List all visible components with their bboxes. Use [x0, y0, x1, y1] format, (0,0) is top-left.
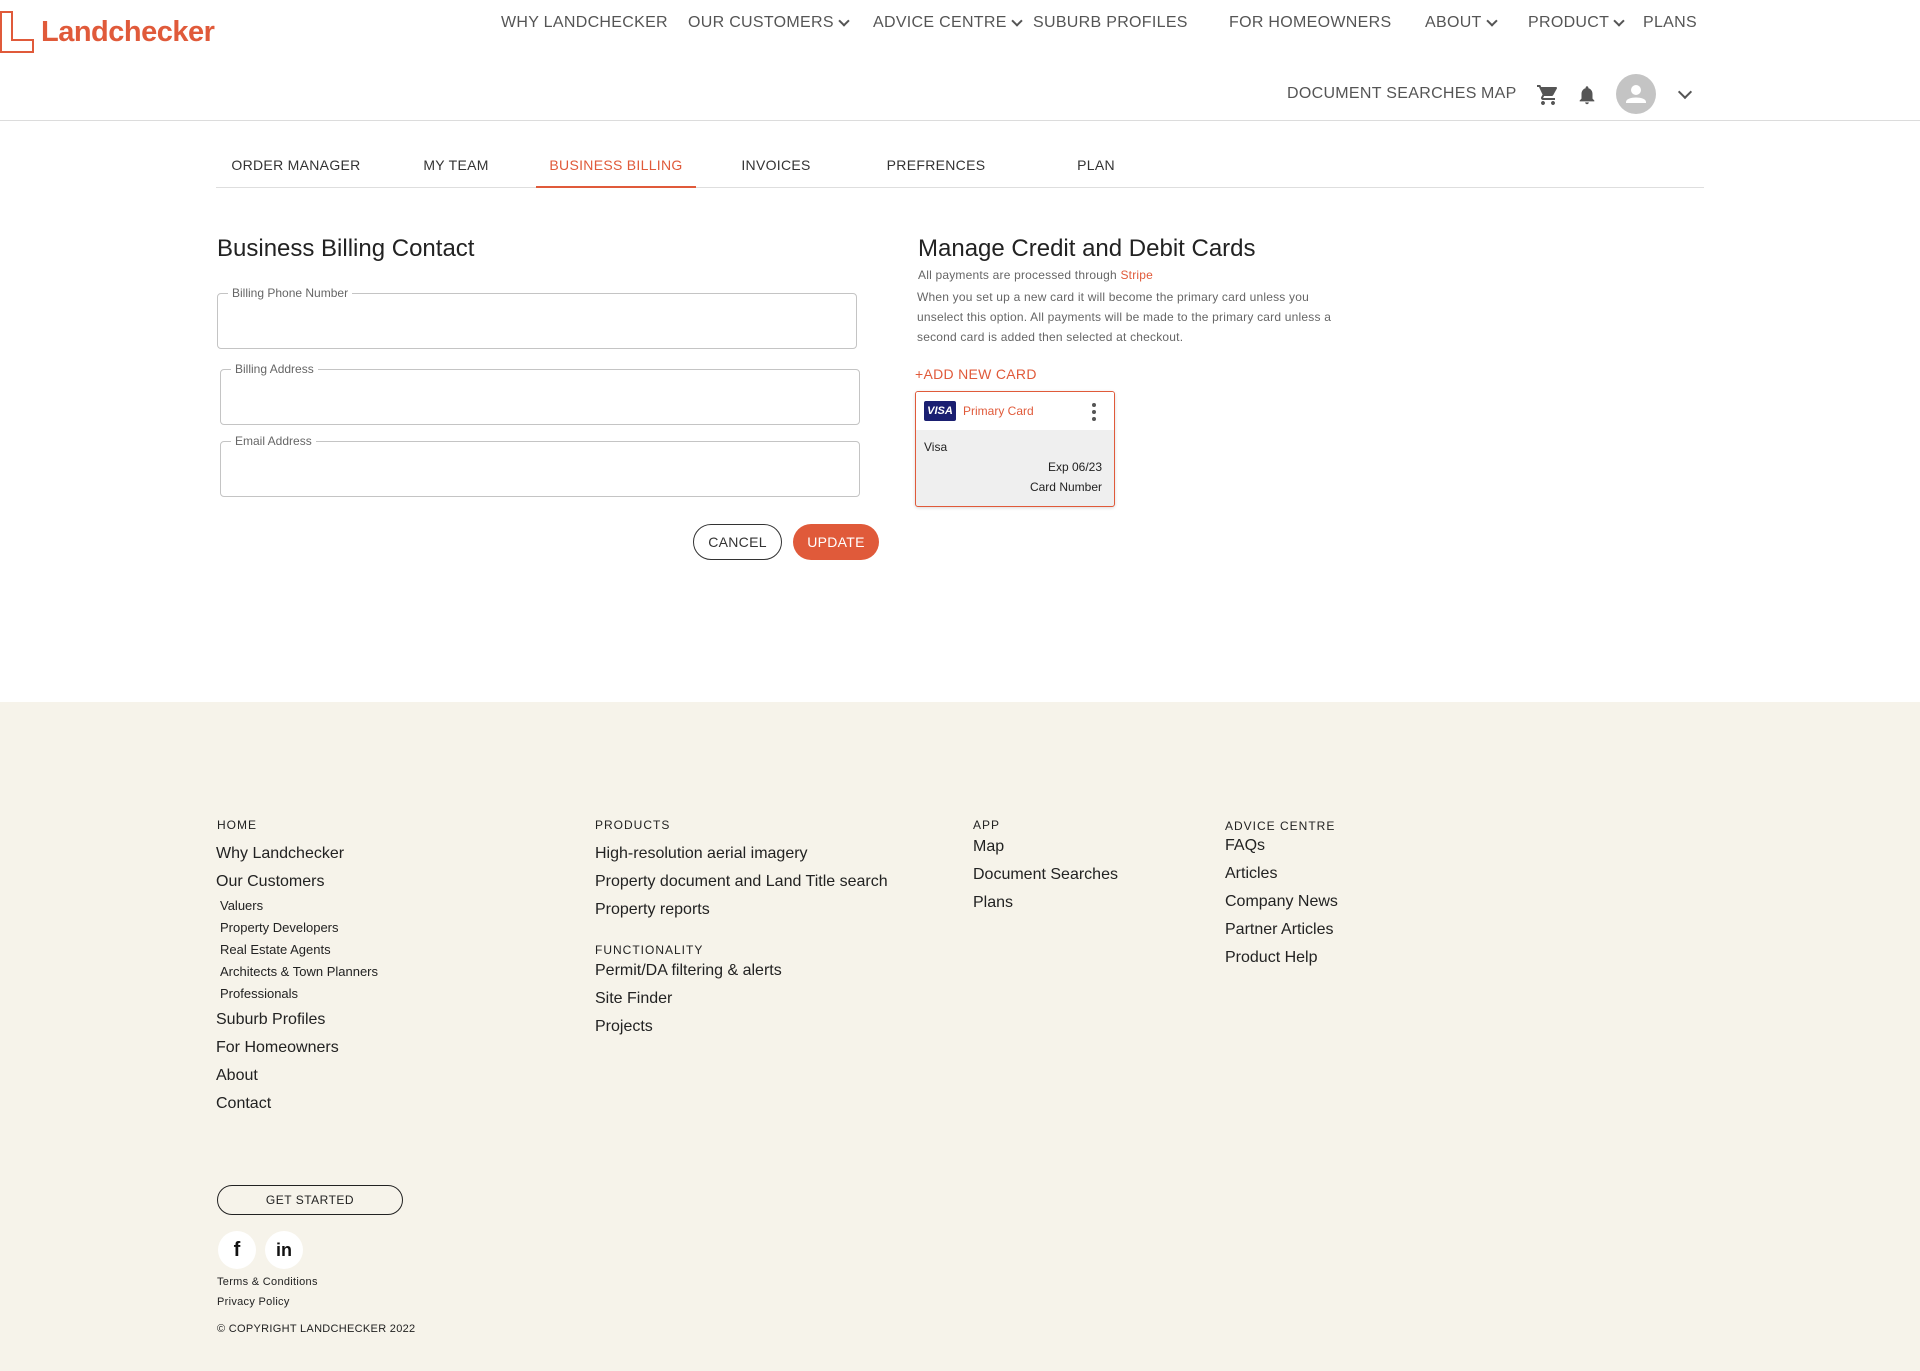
manage-cards-title: Manage Credit and Debit Cards	[918, 235, 1256, 262]
footer-link-faqs[interactable]: FAQs	[1225, 837, 1265, 855]
footer-link-product-help[interactable]: Product Help	[1225, 949, 1318, 967]
nav-advice-centre[interactable]: ADVICE CENTRE	[873, 14, 1023, 32]
tab-my-team[interactable]: MY TEAM	[376, 148, 536, 188]
card-number-label: Card Number	[1029, 480, 1102, 494]
email-address-label: Email Address	[231, 434, 316, 448]
stripe-note: All payments are processed through Strip…	[918, 268, 1154, 282]
tab-order-manager[interactable]: ORDER MANAGER	[216, 148, 376, 188]
tab-business-billing[interactable]: BUSINESS BILLING	[536, 148, 696, 188]
footer-link-plans[interactable]: Plans	[973, 894, 1013, 912]
stripe-link[interactable]: Stripe	[1120, 268, 1153, 282]
footer-link-partner-articles[interactable]: Partner Articles	[1225, 921, 1333, 939]
footer-link-permit-filtering[interactable]: Permit/DA filtering & alerts	[595, 962, 782, 980]
card-brand: Visa	[924, 440, 948, 454]
linkedin-icon[interactable]: in	[265, 1231, 303, 1269]
billing-phone-field[interactable]: Billing Phone Number	[217, 286, 857, 349]
footer-link-real-estate-agents[interactable]: Real Estate Agents	[220, 942, 331, 957]
nav-about[interactable]: ABOUT	[1425, 14, 1498, 32]
user-icon	[1626, 85, 1646, 103]
email-address-input[interactable]	[233, 460, 847, 488]
site-header: Landchecker WHY LANDCHECKER OUR CUSTOMER…	[0, 0, 1920, 121]
card-expiry: Exp 06/23	[1047, 460, 1102, 474]
footer-link-map[interactable]: Map	[973, 838, 1004, 856]
get-started-button[interactable]: GET STARTED	[217, 1185, 403, 1215]
more-options-icon[interactable]	[1092, 403, 1096, 421]
add-new-card-button[interactable]: +ADD NEW CARD	[915, 366, 1037, 382]
footer-link-about[interactable]: About	[216, 1067, 258, 1085]
tab-plan[interactable]: PLAN	[1016, 148, 1176, 188]
nav-suburb-profiles[interactable]: SUBURB PROFILES	[1033, 14, 1188, 32]
account-tabs: ORDER MANAGER MY TEAM BUSINESS BILLING I…	[216, 148, 1704, 188]
top-nav: WHY LANDCHECKER OUR CUSTOMERS ADVICE CEN…	[0, 14, 1920, 36]
footer-link-site-finder[interactable]: Site Finder	[595, 990, 672, 1008]
nav-why-landchecker[interactable]: WHY LANDCHECKER	[501, 14, 668, 32]
billing-address-input[interactable]	[233, 388, 847, 416]
visa-logo-icon: VISA	[924, 401, 956, 421]
bell-icon[interactable]	[1576, 83, 1598, 107]
nav-document-searches[interactable]: DOCUMENT SEARCHES	[1287, 85, 1477, 103]
chevron-down-icon	[838, 14, 850, 27]
footer-link-privacy[interactable]: Privacy Policy	[217, 1296, 290, 1308]
footer-link-document-title-search[interactable]: Property document and Land Title search	[595, 873, 888, 891]
billing-contact-title: Business Billing Contact	[217, 235, 475, 262]
nav-plans[interactable]: PLANS	[1643, 14, 1697, 32]
cart-icon[interactable]	[1536, 83, 1560, 107]
footer-link-articles[interactable]: Articles	[1225, 865, 1277, 883]
chevron-down-icon	[1011, 14, 1023, 27]
avatar[interactable]	[1616, 74, 1656, 114]
billing-phone-label: Billing Phone Number	[228, 286, 353, 300]
footer-link-property-developers[interactable]: Property Developers	[220, 920, 339, 935]
billing-phone-input[interactable]	[230, 312, 844, 340]
card-header: VISA Primary Card	[916, 392, 1114, 430]
nav-map[interactable]: MAP	[1481, 85, 1517, 103]
footer-link-why-landchecker[interactable]: Why Landchecker	[216, 845, 344, 863]
billing-address-label: Billing Address	[231, 362, 318, 376]
nav-our-customers[interactable]: OUR CUSTOMERS	[688, 14, 850, 32]
footer-link-document-searches[interactable]: Document Searches	[973, 866, 1118, 884]
payment-card[interactable]: VISA Primary Card Visa Exp 06/23 Card Nu…	[915, 391, 1115, 507]
facebook-icon[interactable]: f	[218, 1231, 256, 1269]
footer-link-terms[interactable]: Terms & Conditions	[217, 1276, 318, 1288]
footer-link-professionals[interactable]: Professionals	[220, 986, 298, 1001]
footer-heading-functionality: FUNCTIONALITY	[595, 943, 704, 957]
footer-heading-advice-centre: ADVICE CENTRE	[1225, 819, 1336, 833]
nav-product[interactable]: PRODUCT	[1528, 14, 1625, 32]
footer-link-property-reports[interactable]: Property reports	[595, 901, 710, 919]
footer-link-suburb-profiles[interactable]: Suburb Profiles	[216, 1011, 325, 1029]
site-footer	[0, 702, 1920, 1371]
chevron-down-icon	[1485, 14, 1498, 27]
nav-for-homeowners[interactable]: FOR HOMEOWNERS	[1229, 14, 1391, 32]
footer-link-for-homeowners[interactable]: For Homeowners	[216, 1039, 339, 1057]
update-button[interactable]: UPDATE	[793, 524, 879, 560]
footer-link-projects[interactable]: Projects	[595, 1018, 653, 1036]
email-address-field[interactable]: Email Address	[220, 434, 860, 497]
footer-link-company-news[interactable]: Company News	[1225, 893, 1338, 911]
tab-prefrences[interactable]: PREFRENCES	[856, 148, 1016, 188]
footer-heading-home[interactable]: HOME	[217, 818, 257, 832]
billing-address-field[interactable]: Billing Address	[220, 362, 860, 425]
primary-card-label: Primary Card	[963, 404, 1034, 418]
footer-link-aerial-imagery[interactable]: High-resolution aerial imagery	[595, 845, 808, 863]
card-description-line-2: unselect this option. All payments will …	[917, 310, 1332, 324]
chevron-down-icon	[1613, 14, 1625, 27]
footer-heading-app: APP	[973, 818, 1001, 832]
footer-link-our-customers[interactable]: Our Customers	[216, 873, 324, 891]
cancel-button[interactable]: CANCEL	[693, 524, 782, 560]
footer-link-architects-town-planners[interactable]: Architects & Town Planners	[220, 964, 378, 979]
copyright-text: © COPYRIGHT LANDCHECKER 2022	[217, 1323, 416, 1335]
footer-link-valuers[interactable]: Valuers	[220, 898, 263, 913]
card-description-line-3: second card is added then selected at ch…	[917, 330, 1184, 344]
card-description-line-1: When you set up a new card it will becom…	[917, 290, 1309, 304]
footer-heading-products: PRODUCTS	[595, 818, 671, 832]
footer-link-contact[interactable]: Contact	[216, 1095, 271, 1113]
tab-invoices[interactable]: INVOICES	[696, 148, 856, 188]
